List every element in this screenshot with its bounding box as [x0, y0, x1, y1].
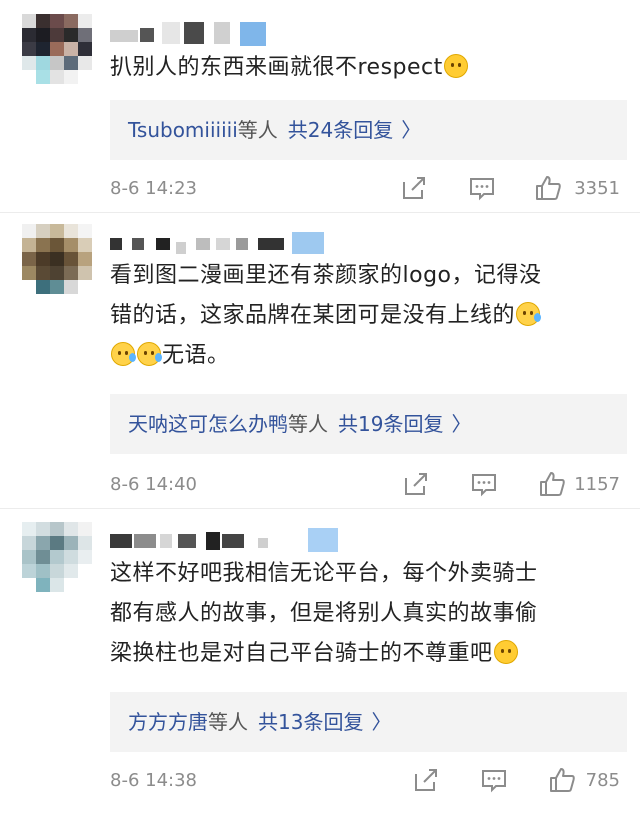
replies-summary[interactable]: 天呐这可怎么办鸭等人 共19条回复〉	[110, 394, 627, 454]
like-count: 3351	[574, 178, 620, 199]
grinning-sweat-emoji-icon	[443, 54, 468, 78]
like-count: 1157	[574, 474, 620, 495]
replies-suffix: 等人	[208, 710, 248, 734]
share-icon[interactable]	[400, 174, 428, 202]
replier-name[interactable]: 天呐这可怎么办鸭	[128, 412, 288, 436]
comment-text-line: 梁换柱也是对自己平台骑士的不尊重吧	[110, 634, 630, 674]
chevron-right-icon[interactable]: 〉	[371, 710, 391, 734]
comment-text-part: 无语。	[162, 343, 230, 368]
thumbs-up-icon[interactable]	[538, 470, 566, 498]
username-obscured[interactable]	[110, 232, 340, 256]
replies-summary[interactable]: Tsubomiiiiii等人 共24条回复〉	[110, 100, 627, 160]
comment-text-line: 看到图二漫画里还有茶颜家的logo，记得没	[110, 263, 542, 288]
replies-suffix: 等人	[288, 412, 328, 436]
chevron-right-icon[interactable]: 〉	[401, 118, 421, 142]
comment-text-line: 无语。	[110, 336, 630, 376]
username-obscured[interactable]	[110, 528, 350, 552]
comment-text-part: 梁换柱也是对自己平台骑士的不尊重吧	[110, 641, 493, 666]
comment-text: 这样不好吧我相信无论平台，每个外卖骑士 都有感人的故事，但是将别人真实的故事偷 …	[110, 554, 630, 674]
replies-summary[interactable]: 方方方唐等人 共13条回复〉	[110, 692, 627, 752]
avatar[interactable]	[22, 14, 96, 88]
comment-icon[interactable]	[480, 766, 508, 794]
thumbs-up-icon[interactable]	[534, 174, 562, 202]
replies-count[interactable]: 共13条回复	[258, 710, 363, 734]
crying-emoji-icon	[516, 302, 542, 326]
comment-meta: 8-6 14:23 3351	[110, 174, 630, 206]
timestamp: 8-6 14:38	[110, 770, 197, 791]
replies-suffix: 等人	[237, 118, 278, 142]
comment-text-part: 扒别人的东西来画就很不respect	[110, 55, 443, 80]
comment-icon[interactable]	[468, 174, 496, 202]
divider	[0, 508, 640, 509]
comment-text-line: 这样不好吧我相信无论平台，每个外卖骑士	[110, 561, 538, 586]
comment-icon[interactable]	[470, 470, 498, 498]
like-count: 785	[585, 770, 620, 791]
comment-text: 扒别人的东西来画就很不respect	[110, 48, 630, 88]
timestamp: 8-6 14:40	[110, 474, 197, 495]
chevron-right-icon[interactable]: 〉	[451, 412, 471, 436]
thumbs-up-icon[interactable]	[548, 766, 576, 794]
replier-name[interactable]: 方方方唐	[128, 710, 208, 734]
comment-2: 看到图二漫画里还有茶颜家的logo，记得没 错的话，这家品牌在某团可是没有上线的…	[0, 214, 640, 506]
share-icon[interactable]	[412, 766, 440, 794]
replies-count[interactable]: 共24条回复	[288, 118, 393, 142]
replies-count[interactable]: 共19条回复	[338, 412, 443, 436]
crying-emoji-icon	[137, 342, 162, 366]
comment-text-line: 错的话，这家品牌在某团可是没有上线的	[110, 296, 630, 336]
comment-1: 扒别人的东西来画就很不respect Tsubomiiiiii等人 共24条回复〉…	[0, 0, 640, 210]
avatar[interactable]	[22, 224, 96, 298]
divider	[0, 212, 640, 213]
crying-emoji-icon	[111, 342, 136, 366]
avatar[interactable]	[22, 522, 96, 596]
comment-meta: 8-6 14:40 1157	[110, 470, 630, 502]
timestamp: 8-6 14:23	[110, 178, 197, 199]
username-obscured[interactable]	[110, 22, 330, 46]
share-icon[interactable]	[402, 470, 430, 498]
comment-text: 看到图二漫画里还有茶颜家的logo，记得没 错的话，这家品牌在某团可是没有上线的…	[110, 256, 630, 376]
replier-name[interactable]: Tsubomiiiiii	[128, 118, 238, 142]
smiling-emoji-icon	[493, 640, 518, 664]
comment-meta: 8-6 14:38 785	[110, 766, 630, 798]
comment-3: 这样不好吧我相信无论平台，每个外卖骑士 都有感人的故事，但是将别人真实的故事偷 …	[0, 510, 640, 816]
comment-text-line: 都有感人的故事，但是将别人真实的故事偷	[110, 601, 538, 626]
comment-text-part: 错的话，这家品牌在某团可是没有上线的	[110, 303, 516, 328]
